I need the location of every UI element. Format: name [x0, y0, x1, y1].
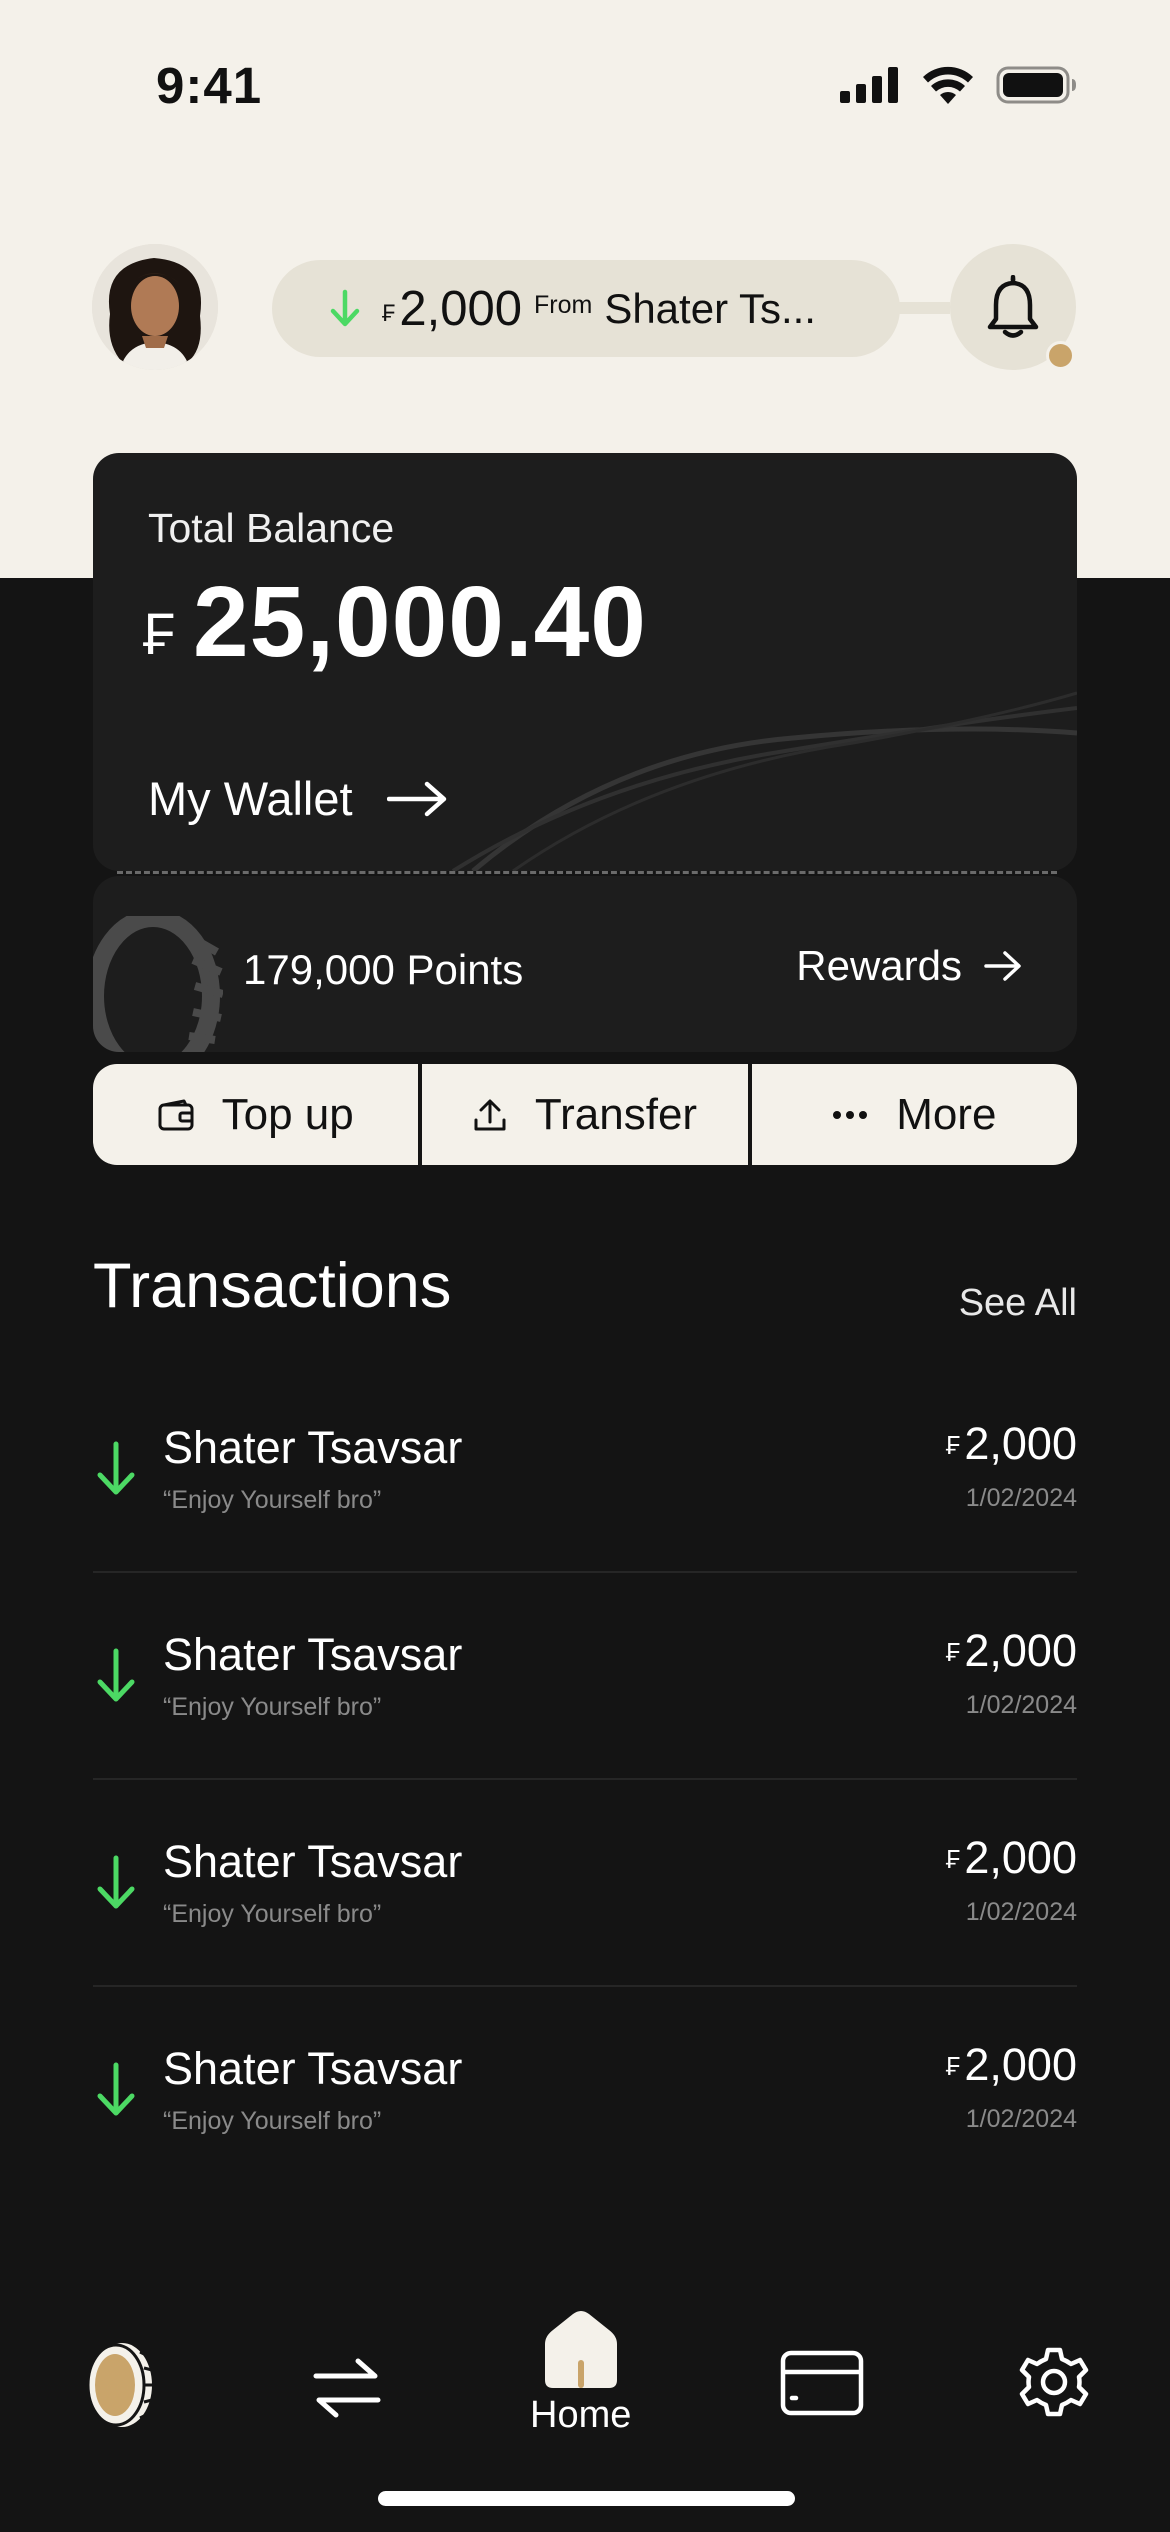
- battery-icon: [996, 66, 1076, 104]
- transaction-currency: ₣: [945, 1430, 961, 1460]
- transaction-currency: ₣: [945, 1844, 961, 1874]
- notification-badge: [1046, 341, 1075, 370]
- my-wallet-link[interactable]: My Wallet: [148, 771, 447, 826]
- transactions-title: Transactions: [93, 1251, 452, 1321]
- transaction-name: Shater Tsavsar: [163, 2043, 463, 2094]
- points-balance: 179,000 Points: [243, 946, 524, 993]
- incoming-arrow-icon: [330, 289, 360, 326]
- status-bar: 9:41: [0, 0, 1170, 160]
- transaction-amount-value: 2,000: [964, 2039, 1077, 2090]
- pill-currency: ₣: [382, 299, 396, 327]
- arrow-right-icon: [386, 781, 446, 816]
- transaction-amount: ₣ 2,000: [946, 1418, 1077, 1470]
- points-card[interactable]: 179,000 Points Rewards: [93, 876, 1077, 1052]
- status-icons: [840, 66, 1078, 104]
- transaction-date: 1/02/2024: [965, 1691, 1077, 1719]
- transaction-row[interactable]: Shater Tsavsar “Enjoy Yourself bro” ₣ 2,…: [93, 1987, 1077, 2194]
- transaction-date: 1/02/2024: [965, 1484, 1077, 1512]
- transaction-name: Shater Tsavsar: [163, 1629, 463, 1680]
- wallet-icon: [158, 1099, 194, 1130]
- nav-home-label: Home: [530, 2394, 632, 2436]
- wallet-label: My Wallet: [148, 772, 353, 825]
- home-icon: [544, 2311, 617, 2388]
- transaction-amount-value: 2,000: [964, 1625, 1077, 1676]
- transaction-amount: ₣ 2,000: [946, 2039, 1077, 2091]
- nav-home[interactable]: Home: [530, 2308, 631, 2437]
- top-up-label: Top up: [221, 1089, 354, 1139]
- transaction-note: “Enjoy Yourself bro”: [163, 1693, 382, 1721]
- balance-amount: 25,000.40: [193, 566, 647, 678]
- incoming-arrow-icon: [97, 1441, 135, 1495]
- transaction-note: “Enjoy Yourself bro”: [163, 1486, 382, 1514]
- nav-cards[interactable]: [780, 2350, 864, 2416]
- latest-transfer-pill[interactable]: ₣ 2,000 From Shater Ts...: [272, 260, 900, 357]
- avatar-image: [92, 244, 218, 370]
- transaction-name: Shater Tsavsar: [163, 1422, 463, 1473]
- nav-settings[interactable]: [1018, 2346, 1090, 2418]
- status-time: 9:41: [156, 57, 263, 114]
- bottom-nav: Home: [0, 2300, 1170, 2480]
- coin-icon: [86, 2343, 153, 2427]
- transaction-note: “Enjoy Yourself bro”: [163, 2107, 382, 2135]
- card-divider: [117, 871, 1057, 874]
- transfer-label: Transfer: [534, 1089, 698, 1139]
- avatar[interactable]: [92, 244, 218, 370]
- quick-actions: Top up Transfer More: [93, 1064, 1077, 1165]
- incoming-arrow-icon: [97, 2062, 135, 2116]
- balance-label: Total Balance: [148, 505, 395, 551]
- more-button[interactable]: More: [751, 1064, 1077, 1165]
- rewards-label: Rewards: [796, 942, 962, 989]
- nav-rewards[interactable]: [82, 2340, 154, 2430]
- transaction-note: “Enjoy Yourself bro”: [163, 1900, 382, 1928]
- coin-decoration-icon: [93, 916, 223, 1052]
- rewards-link[interactable]: Rewards: [796, 942, 1022, 990]
- transaction-amount: ₣ 2,000: [946, 1832, 1077, 1884]
- upload-icon: [474, 1099, 506, 1130]
- pill-sender: Shater Ts...: [604, 284, 816, 332]
- transaction-date: 1/02/2024: [965, 1898, 1077, 1926]
- transaction-name: Shater Tsavsar: [163, 1836, 463, 1887]
- card-icon: [780, 2350, 864, 2416]
- top-up-button[interactable]: Top up: [93, 1064, 419, 1165]
- transaction-amount-value: 2,000: [964, 1832, 1077, 1883]
- transaction-row[interactable]: Shater Tsavsar “Enjoy Yourself bro” ₣ 2,…: [93, 1573, 1077, 1780]
- see-all-link[interactable]: See All: [959, 1282, 1077, 1325]
- pill-amount: 2,000: [399, 281, 522, 336]
- wifi-icon: [923, 66, 973, 104]
- transaction-currency: ₣: [945, 1637, 961, 1667]
- home-indicator: [378, 2491, 795, 2506]
- balance-currency: ₣: [143, 602, 176, 667]
- more-dots-icon: [833, 1110, 868, 1119]
- transaction-row[interactable]: Shater Tsavsar “Enjoy Yourself bro” ₣ 2,…: [93, 1780, 1077, 1987]
- transfer-button[interactable]: Transfer: [422, 1064, 748, 1165]
- arrow-right-icon: [984, 951, 1021, 981]
- pill-from-label: From: [533, 291, 593, 319]
- settings-gear-icon: [1019, 2347, 1089, 2417]
- incoming-arrow-icon: [97, 1855, 135, 1909]
- incoming-arrow-icon: [97, 1648, 135, 1702]
- transaction-amount: ₣ 2,000: [946, 1625, 1077, 1677]
- transactions-list: Shater Tsavsar “Enjoy Yourself bro” ₣ 2,…: [93, 1366, 1077, 2194]
- balance-card: Total Balance ₣ 25,000.40 My Wallet: [93, 453, 1077, 871]
- nav-transfers[interactable]: [312, 2356, 382, 2420]
- transaction-currency: ₣: [945, 2051, 961, 2081]
- transaction-row[interactable]: Shater Tsavsar “Enjoy Yourself bro” ₣ 2,…: [93, 1366, 1077, 1573]
- signal-icon: [840, 67, 898, 103]
- more-label: More: [896, 1089, 997, 1139]
- transaction-amount-value: 2,000: [964, 1418, 1077, 1469]
- transaction-date: 1/02/2024: [965, 2105, 1077, 2133]
- bell-icon: [987, 275, 1039, 338]
- transfer-arrows-icon: [313, 2358, 381, 2418]
